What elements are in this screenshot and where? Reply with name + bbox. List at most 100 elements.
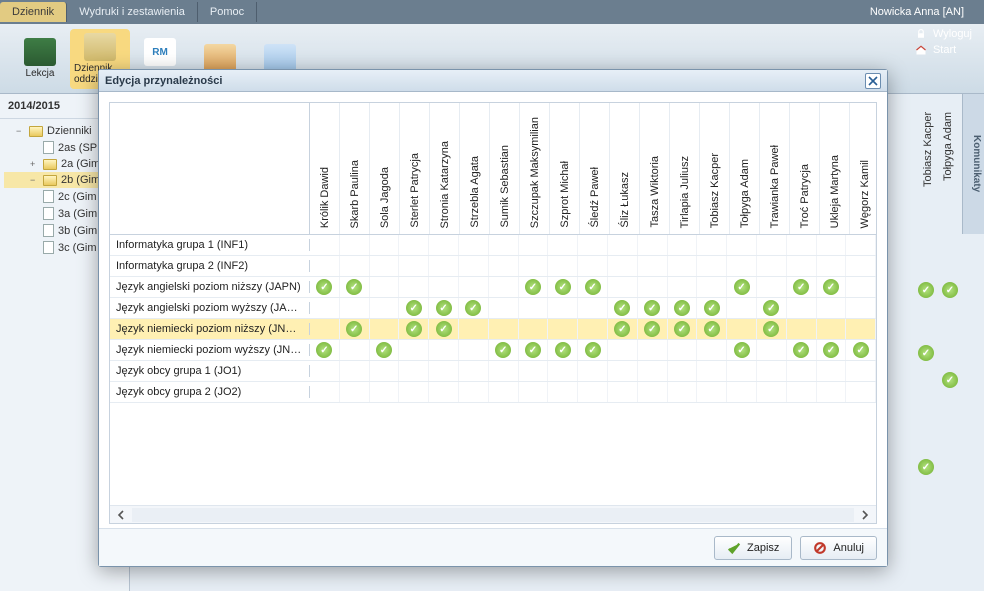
grid-cell[interactable] [697,382,727,402]
grid-cell[interactable] [787,277,817,297]
grid-cell[interactable] [668,256,698,276]
grid-cell[interactable] [787,319,817,339]
grid-cell[interactable] [608,361,638,381]
grid-cell[interactable] [846,340,876,360]
grid-cell[interactable] [757,235,787,255]
toggle-icon[interactable]: + [30,159,39,169]
grid-cell[interactable] [489,382,519,402]
grid-cell[interactable] [399,361,429,381]
grid-col-header[interactable]: Tołpyga Adam [730,103,760,234]
grid-cell[interactable] [340,361,370,381]
grid-cell[interactable] [817,319,847,339]
grid-cell[interactable] [608,256,638,276]
grid-cell[interactable] [757,382,787,402]
grid-cell[interactable] [668,340,698,360]
grid-col-header[interactable]: Stronia Katarzyna [430,103,460,234]
grid-cell[interactable] [459,277,489,297]
grid-cell[interactable] [399,319,429,339]
grid-cell[interactable] [697,235,727,255]
grid-col-header[interactable]: Szprot Michał [550,103,580,234]
grid-cell[interactable] [340,382,370,402]
logout-link[interactable]: Wyloguj [915,28,972,40]
grid-col-header[interactable]: Strzebla Agata [460,103,490,234]
grid-cell[interactable] [548,319,578,339]
grid-cell[interactable] [697,340,727,360]
grid-cell[interactable] [638,235,668,255]
grid-cell[interactable] [846,277,876,297]
grid-col-header[interactable]: Śledź Paweł [580,103,610,234]
toggle-icon[interactable]: − [30,175,39,185]
scroll-track[interactable] [132,508,854,522]
grid-cell[interactable] [578,361,608,381]
grid-cell[interactable] [727,298,757,318]
grid-cell[interactable] [638,361,668,381]
ribbon-lekcja[interactable]: Lekcja [10,38,70,79]
grid-cell[interactable] [548,361,578,381]
grid-cell[interactable] [578,298,608,318]
grid-cell[interactable] [370,340,400,360]
grid-cell[interactable] [727,277,757,297]
menu-tab-dziennik[interactable]: Dziennik [0,2,67,22]
grid-col-header[interactable]: Szczupak Maksymilian [520,103,550,234]
grid-cell[interactable] [846,256,876,276]
grid-cell[interactable] [429,235,459,255]
grid-cell[interactable] [489,277,519,297]
grid-cell[interactable] [846,298,876,318]
grid-cell[interactable] [459,298,489,318]
grid-cell[interactable] [638,382,668,402]
grid-cell[interactable] [310,235,340,255]
grid-cell[interactable] [578,235,608,255]
grid-col-header[interactable]: Węgorz Kamil [850,103,877,234]
grid-cell[interactable] [668,382,698,402]
save-button[interactable]: Zapisz [714,536,792,560]
grid-col-header[interactable]: Skarb Paulina [340,103,370,234]
grid-cell[interactable] [846,382,876,402]
grid-cell[interactable] [757,298,787,318]
grid-cell[interactable] [548,277,578,297]
grid-cell[interactable] [519,361,549,381]
grid-cell[interactable] [429,361,459,381]
grid-cell[interactable] [489,340,519,360]
grid-cell[interactable] [697,361,727,381]
grid-cell[interactable] [817,340,847,360]
grid-cell[interactable] [846,319,876,339]
grid-cell[interactable] [429,298,459,318]
grid-cell[interactable] [608,382,638,402]
grid-cell[interactable] [727,256,757,276]
grid-cell[interactable] [608,340,638,360]
grid-cell[interactable] [668,319,698,339]
grid-hscroll[interactable] [110,505,876,523]
grid-cell[interactable] [310,340,340,360]
grid-cell[interactable] [697,256,727,276]
grid-cell[interactable] [370,382,400,402]
grid-cell[interactable] [638,319,668,339]
grid-cell[interactable] [548,298,578,318]
grid-cell[interactable] [757,340,787,360]
grid-cell[interactable] [399,235,429,255]
grid-col-header[interactable]: Tasza Wiktoria [640,103,670,234]
grid-cell[interactable] [727,235,757,255]
grid-cell[interactable] [608,298,638,318]
grid-cell[interactable] [459,340,489,360]
grid-cell[interactable] [757,319,787,339]
scroll-left-button[interactable] [110,507,132,523]
grid-cell[interactable] [459,319,489,339]
grid-cell[interactable] [489,361,519,381]
grid-cell[interactable] [489,235,519,255]
grid-cell[interactable] [787,256,817,276]
grid-cell[interactable] [399,340,429,360]
cancel-button[interactable]: Anuluj [800,536,877,560]
grid-col-header[interactable]: Śliz Łukasz [610,103,640,234]
grid-cell[interactable] [668,235,698,255]
menu-tab-wydruki[interactable]: Wydruki i zestawienia [67,2,198,22]
grid-cell[interactable] [757,361,787,381]
grid-col-header[interactable]: Ukleja Martyna [820,103,850,234]
grid-cell[interactable] [757,277,787,297]
grid-cell[interactable] [399,298,429,318]
grid-cell[interactable] [399,277,429,297]
grid-cell[interactable] [757,256,787,276]
grid-cell[interactable] [519,319,549,339]
grid-cell[interactable] [399,256,429,276]
grid-col-header[interactable]: Sola Jagoda [370,103,400,234]
grid-cell[interactable] [817,361,847,381]
